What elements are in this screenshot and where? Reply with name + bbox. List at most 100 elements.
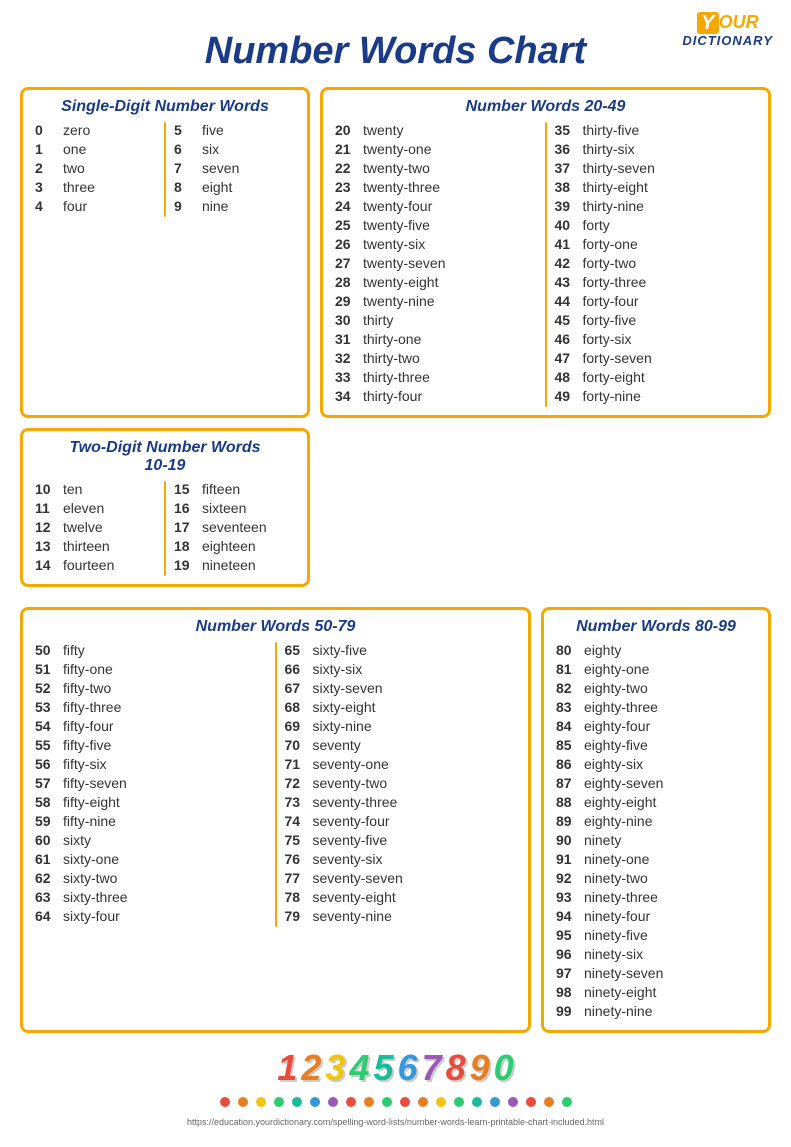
- number-label: 61: [35, 851, 63, 867]
- number-word: thirteen: [63, 538, 110, 554]
- number-word: forty-four: [583, 293, 639, 309]
- number-word: eighty-eight: [584, 794, 656, 810]
- list-item: 10ten: [35, 481, 156, 497]
- number-label: 70: [285, 737, 313, 753]
- number-label: 93: [556, 889, 584, 905]
- list-item: 30thirty: [335, 312, 537, 328]
- list-item: 34thirty-four: [335, 388, 537, 404]
- list-item: 1one: [35, 141, 156, 157]
- list-item: 43forty-three: [555, 274, 757, 290]
- single-digit-left-col: 0zero1one2two3three4four: [35, 122, 156, 217]
- list-item: 41forty-one: [555, 236, 757, 252]
- twenty-49-title: Number Words 20-49: [335, 98, 756, 116]
- list-item: 44forty-four: [555, 293, 757, 309]
- number-label: 81: [556, 661, 584, 677]
- number-label: 76: [285, 851, 313, 867]
- number-label: 0: [35, 122, 63, 138]
- list-item: 78seventy-eight: [285, 889, 517, 905]
- deco-number: 6: [398, 1047, 418, 1089]
- deco-number: 0: [494, 1047, 514, 1089]
- number-label: 83: [556, 699, 584, 715]
- number-word: sixty-nine: [313, 718, 372, 734]
- divider: [164, 481, 166, 576]
- number-word: zero: [63, 122, 90, 138]
- number-label: 1: [35, 141, 63, 157]
- list-item: 36thirty-six: [555, 141, 757, 157]
- list-item: 70seventy: [285, 737, 517, 753]
- number-label: 53: [35, 699, 63, 715]
- list-item: 86eighty-six: [556, 756, 756, 772]
- list-item: 22twenty-two: [335, 160, 537, 176]
- number-word: sixty-eight: [313, 699, 376, 715]
- number-word: ninety-five: [584, 927, 648, 943]
- number-label: 69: [285, 718, 313, 734]
- dot: [364, 1097, 374, 1107]
- number-label: 55: [35, 737, 63, 753]
- list-item: 87eighty-seven: [556, 775, 756, 791]
- list-item: 26twenty-six: [335, 236, 537, 252]
- number-label: 19: [174, 557, 202, 573]
- list-item: 98ninety-eight: [556, 984, 756, 1000]
- list-item: 15fifteen: [174, 481, 295, 497]
- two-digit-left-col: 10ten11eleven12twelve13thirteen14fourtee…: [35, 481, 156, 576]
- number-word: sixty-seven: [313, 680, 383, 696]
- number-word: forty-eight: [583, 369, 645, 385]
- list-item: 2two: [35, 160, 156, 176]
- list-item: 81eighty-one: [556, 661, 756, 677]
- number-word: twenty-eight: [363, 274, 438, 290]
- number-label: 79: [285, 908, 313, 924]
- number-word: sixty: [63, 832, 91, 848]
- list-item: 68sixty-eight: [285, 699, 517, 715]
- number-word: seventy-five: [313, 832, 388, 848]
- number-word: one: [63, 141, 86, 157]
- number-label: 46: [555, 331, 583, 347]
- number-word: twenty-nine: [363, 293, 435, 309]
- number-word: sixty-three: [63, 889, 128, 905]
- number-label: 59: [35, 813, 63, 829]
- number-word: twenty-five: [363, 217, 430, 233]
- number-word: forty-three: [583, 274, 647, 290]
- number-word: thirty-eight: [583, 179, 648, 195]
- dot: [472, 1097, 482, 1107]
- number-word: seventy-one: [313, 756, 389, 772]
- number-label: 96: [556, 946, 584, 962]
- number-label: 12: [35, 519, 63, 535]
- list-item: 74seventy-four: [285, 813, 517, 829]
- number-word: sixty-six: [313, 661, 363, 677]
- eighty-99-box: Number Words 80-99 80eighty81eighty-one8…: [541, 607, 771, 1033]
- number-word: fifty-one: [63, 661, 113, 677]
- number-label: 2: [35, 160, 63, 176]
- single-digit-title: Single-Digit Number Words: [35, 98, 295, 116]
- number-word: eighty-two: [584, 680, 648, 696]
- list-item: 48forty-eight: [555, 369, 757, 385]
- number-word: sixteen: [202, 500, 246, 516]
- number-word: seventy-eight: [313, 889, 396, 905]
- list-item: 61sixty-one: [35, 851, 267, 867]
- list-item: 38thirty-eight: [555, 179, 757, 195]
- number-label: 17: [174, 519, 202, 535]
- list-item: 84eighty-four: [556, 718, 756, 734]
- number-word: forty-one: [583, 236, 638, 252]
- number-word: fifty-eight: [63, 794, 120, 810]
- list-item: 90ninety: [556, 832, 756, 848]
- decoration-numbers: 1234567890: [20, 1047, 771, 1089]
- number-label: 54: [35, 718, 63, 734]
- deco-number: 4: [349, 1047, 369, 1089]
- dot: [436, 1097, 446, 1107]
- number-word: three: [63, 179, 95, 195]
- number-label: 48: [555, 369, 583, 385]
- number-label: 91: [556, 851, 584, 867]
- number-word: thirty-five: [583, 122, 640, 138]
- dot: [292, 1097, 302, 1107]
- list-item: 55fifty-five: [35, 737, 267, 753]
- deco-number: 3: [325, 1047, 345, 1089]
- number-word: twelve: [63, 519, 103, 535]
- number-word: ninety-eight: [584, 984, 656, 1000]
- list-item: 20twenty: [335, 122, 537, 138]
- list-item: 0zero: [35, 122, 156, 138]
- number-label: 28: [335, 274, 363, 290]
- list-item: 72seventy-two: [285, 775, 517, 791]
- list-item: 82eighty-two: [556, 680, 756, 696]
- number-label: 98: [556, 984, 584, 1000]
- number-word: eighty-four: [584, 718, 650, 734]
